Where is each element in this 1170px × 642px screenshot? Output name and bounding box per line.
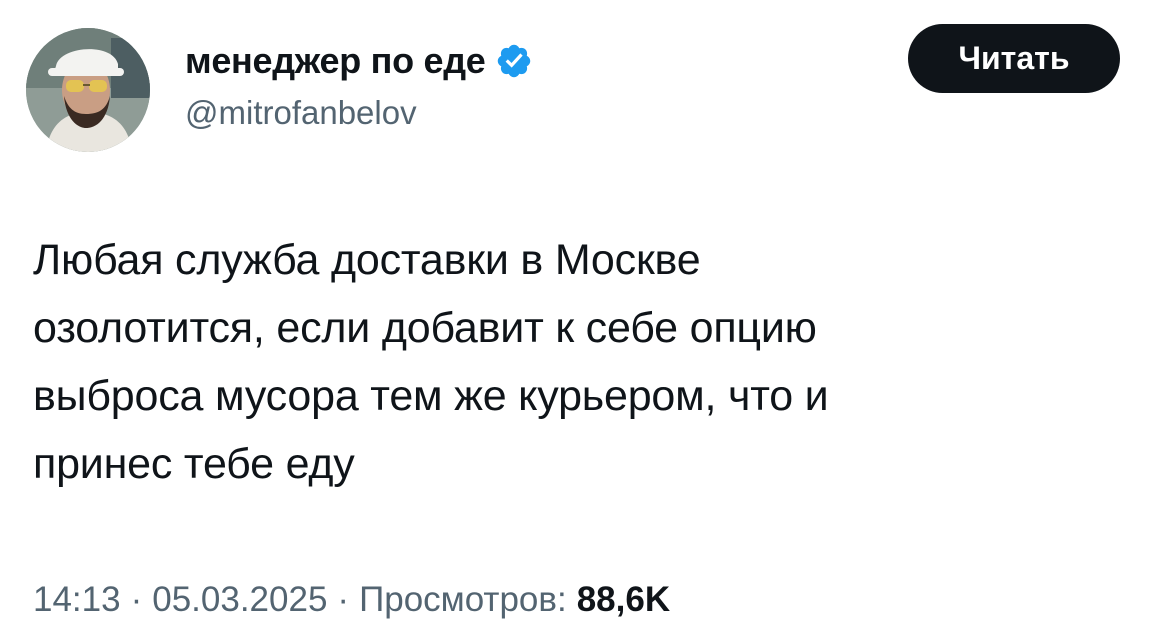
author-handle[interactable]: @mitrofanbelov (185, 94, 417, 132)
meta-separator: · (130, 580, 143, 619)
views-count: 88,6K (576, 580, 671, 619)
tweet-meta: 14:13 · 05.03.2025 · Просмотров: 88,6K (33, 580, 670, 620)
tweet-text: Любая служба доставки в Москве озолотитс… (33, 236, 829, 488)
meta-separator: · (337, 580, 350, 619)
follow-button[interactable]: Читать (908, 24, 1120, 93)
tweet-card: менеджер по еде @mitrofanbelov Читать Лю… (0, 0, 1170, 642)
views-label: Просмотров: (359, 580, 567, 619)
author-display-name[interactable]: менеджер по еде (185, 40, 486, 82)
verified-badge-icon (498, 44, 531, 78)
tweet-date[interactable]: 05.03.2025 (152, 580, 327, 620)
author-name-row: менеджер по еде (185, 38, 533, 84)
avatar-photo (26, 28, 150, 152)
avatar[interactable] (26, 28, 150, 152)
tweet-time[interactable]: 14:13 (33, 580, 121, 620)
